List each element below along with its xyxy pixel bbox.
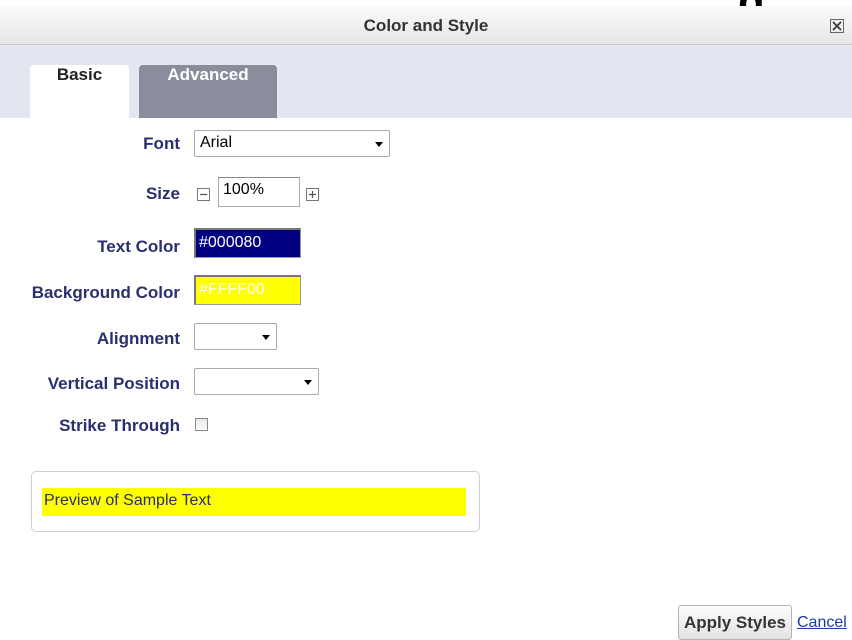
vertical-position-label: Vertical Position [47,374,180,393]
font-select-value: Arial [200,134,233,151]
preview-box: Preview of Sample Text [31,471,480,532]
text-color-swatch[interactable]: #000080 [194,228,301,258]
color-and-style-dialog: Color and Style Basic Advanced Font Aria… [0,6,852,640]
font-select[interactable]: Arial [194,130,390,157]
alignment-select[interactable] [194,323,277,350]
dialog-title: Color and Style [363,16,489,35]
font-label: Font [143,134,180,153]
tab-basic[interactable]: Basic [30,65,129,118]
tab-bar: Basic Advanced [0,45,852,118]
apply-styles-button[interactable]: Apply Styles [678,605,792,640]
text-color-label: Text Color [97,237,180,256]
size-label: Size [145,184,180,203]
vertical-position-select[interactable] [194,368,319,395]
background-color-label: Background Color [31,283,180,302]
alignment-label: Alignment [96,329,180,348]
cancel-link[interactable]: Cancel [797,614,847,632]
chevron-down-icon [304,380,312,385]
chevron-down-icon [262,335,270,340]
tab-advanced[interactable]: Advanced [139,65,277,118]
close-icon[interactable] [830,19,844,33]
minus-icon[interactable] [197,188,210,201]
chevron-down-icon [375,142,383,147]
plus-icon[interactable] [306,188,319,201]
preview-sample-text: Preview of Sample Text [42,488,466,516]
strike-through-checkbox[interactable] [195,418,208,431]
dialog-titlebar[interactable]: Color and Style [0,6,852,45]
basic-tab-panel: Font Arial Size 100% Text Color #000080 … [0,118,852,640]
background-color-swatch[interactable]: #FFFF00 [194,275,301,305]
size-input[interactable]: 100% [218,177,300,207]
strike-through-label: Strike Through [59,416,180,435]
